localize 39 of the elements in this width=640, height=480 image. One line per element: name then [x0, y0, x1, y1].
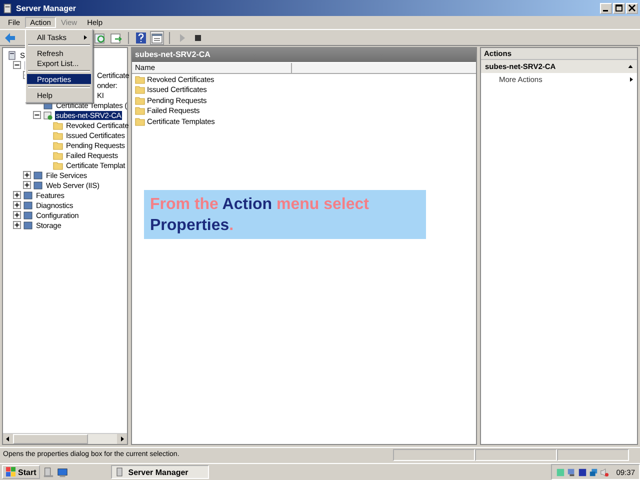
- maximize-icon: [615, 4, 623, 12]
- expand-icon[interactable]: [13, 191, 21, 199]
- close-button[interactable]: [626, 2, 638, 14]
- server-icon[interactable]: [43, 466, 54, 478]
- desktop-icon[interactable]: [57, 466, 68, 478]
- horizontal-scrollbar[interactable]: [3, 433, 127, 444]
- taskbar-button[interactable]: Server Manager: [111, 465, 210, 479]
- expand-icon[interactable]: [23, 171, 31, 179]
- scrollbar-thumb[interactable]: [13, 434, 88, 444]
- collapse-icon[interactable]: [13, 61, 21, 69]
- expand-icon[interactable]: [23, 181, 31, 189]
- window-title: Server Manager: [16, 4, 76, 12]
- speaker-muted-icon[interactable]: [600, 468, 610, 476]
- maximize-button[interactable]: [613, 2, 625, 14]
- pane-title: subes-net-SRV2-CA: [132, 48, 476, 62]
- windows-logo-icon: [6, 467, 16, 477]
- instruction-callout: From the Action menu select Properties.: [144, 190, 426, 239]
- server-icon: [2, 2, 13, 14]
- start-button[interactable]: Start: [2, 465, 40, 479]
- server-icon: [115, 467, 126, 477]
- help-icon[interactable]: [135, 32, 147, 44]
- minimize-button[interactable]: [600, 2, 612, 14]
- computer-icon[interactable]: [567, 468, 576, 476]
- refresh-icon[interactable]: [94, 32, 106, 44]
- close-icon: [628, 4, 636, 12]
- expand-icon[interactable]: [13, 201, 21, 209]
- export-icon[interactable]: [110, 32, 122, 44]
- expand-icon[interactable]: [13, 211, 21, 219]
- scroll-right-icon[interactable]: [117, 434, 127, 444]
- submenu-arrow-icon: [84, 34, 87, 40]
- collapse-icon[interactable]: [33, 111, 41, 119]
- submenu-arrow-icon[interactable]: [630, 76, 633, 82]
- collapse-arrow-icon[interactable]: [628, 65, 633, 68]
- properties-icon[interactable]: [151, 32, 163, 44]
- expand-icon[interactable]: [13, 221, 21, 229]
- monitor-icon[interactable]: [578, 468, 588, 476]
- scroll-left-icon[interactable]: [3, 434, 13, 444]
- windows-icon[interactable]: [589, 468, 598, 476]
- back-arrow-icon[interactable]: [4, 32, 16, 44]
